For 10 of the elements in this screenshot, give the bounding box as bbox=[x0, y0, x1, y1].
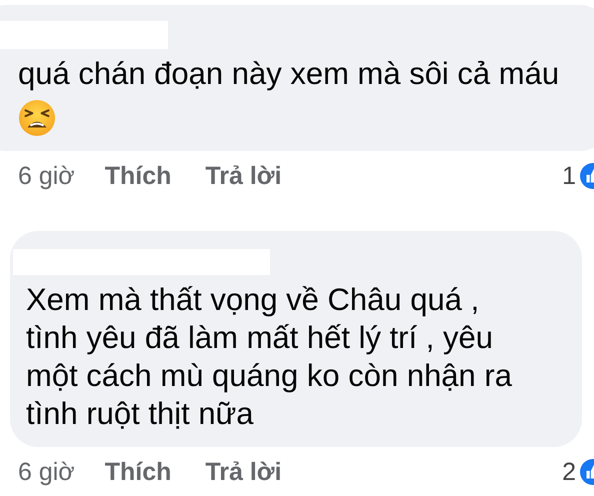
comment-text: quá chán đoạn này xem mà sôi cả máu bbox=[18, 55, 560, 93]
like-link[interactable]: Thích bbox=[104, 162, 172, 190]
reply-link[interactable]: Trả lời bbox=[205, 162, 282, 190]
reaction-count: 1 bbox=[562, 162, 576, 190]
comment-time: 6 giờ bbox=[18, 162, 75, 190]
comment-text: Xem mà thất vọng về Châu quá , tình yêu đã làm mất hết lý trí , yêu một cách mù quáng ko còn nhận ra tình ruột thịt nữa bbox=[26, 281, 513, 433]
reaction-count: 2 bbox=[562, 458, 576, 486]
comment-time: 6 giờ bbox=[18, 458, 75, 486]
like-link[interactable]: Thích bbox=[104, 458, 172, 486]
reply-link[interactable]: Trả lời bbox=[205, 458, 282, 486]
